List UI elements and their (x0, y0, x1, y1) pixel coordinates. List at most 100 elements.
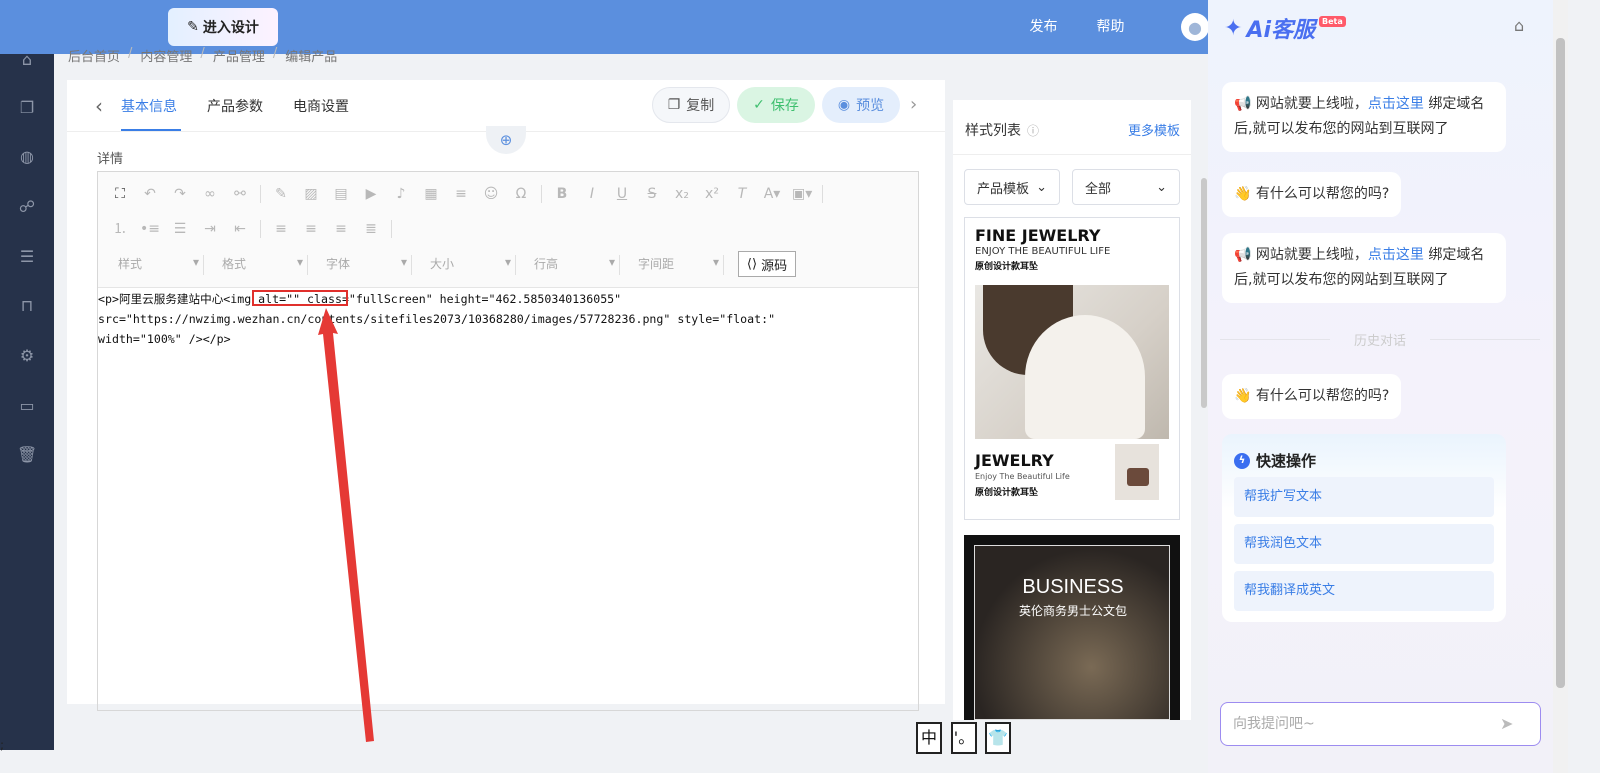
align-center-icon[interactable]: ≡ (301, 219, 321, 239)
quick-action-expand[interactable]: 帮我扩写文本 (1234, 477, 1494, 517)
quick-action-polish[interactable]: 帮我润色文本 (1234, 524, 1494, 564)
toolbar-divider (260, 220, 261, 238)
chat-message: 📢 网站就要上线啦，点击这里 绑定域名后,就可以发布您的网站到互联网了 (1222, 82, 1506, 152)
template-card-business[interactable]: BUSINESS 英伦商务男士公文包 (964, 535, 1180, 720)
undo-icon[interactable]: ↶ (140, 184, 160, 204)
bag-icon[interactable]: ⊓ (17, 296, 37, 316)
breadcrumb-item[interactable]: 后台首页 (68, 46, 120, 65)
content-scrollbar[interactable] (1201, 178, 1207, 408)
strikethrough-icon[interactable]: S (642, 184, 662, 204)
beta-badge: Beta (1319, 15, 1346, 27)
image-icon[interactable]: ▨ (301, 184, 321, 204)
fullscreen-icon[interactable]: ⛶ (110, 184, 130, 204)
size-select[interactable]: 大小 ▾ (422, 255, 516, 275)
avatar[interactable]: ● (1181, 13, 1209, 41)
line-height-select[interactable]: 行高 ▾ (526, 255, 620, 275)
chevron-right-icon[interactable]: › (910, 94, 917, 115)
copy-button[interactable]: ❐ 复制 (652, 87, 730, 123)
home-icon[interactable]: ⌂ (17, 50, 37, 70)
chat-icon[interactable]: ☍ (17, 197, 37, 217)
gear-icon[interactable]: ⚙ (17, 346, 37, 366)
ime-punctuation-toggle[interactable]: '。 (951, 722, 977, 754)
code-line: src="https://nwzimg.wezhan.cn/contents/s… (98, 312, 776, 326)
subscript-icon[interactable]: x₂ (672, 184, 692, 204)
breadcrumb-item[interactable]: 产品管理 (213, 46, 265, 65)
code-line: <p>阿里云服务建站中心<img alt="" class="fullScree… (98, 292, 622, 306)
publish-link[interactable]: 发布 (1010, 0, 1077, 54)
save-button[interactable]: ✓ 保存 (737, 87, 815, 123)
underline-icon[interactable]: U (612, 184, 632, 204)
audio-icon[interactable]: ♪ (391, 184, 411, 204)
toolbar-divider (822, 185, 823, 203)
breadcrumb-item[interactable]: 内容管理 (140, 46, 192, 65)
quick-action-translate[interactable]: 帮我翻译成英文 (1234, 571, 1494, 611)
chevron-down-icon: ⌄ (1036, 179, 1047, 195)
send-icon[interactable]: ➤ (1500, 714, 1513, 733)
font-select[interactable]: 字体 ▾ (318, 255, 412, 275)
info-icon[interactable]: ⓘ (1027, 122, 1039, 139)
link-icon[interactable]: ∞ (200, 184, 220, 204)
ime-skin-icon[interactable]: 👕 (985, 722, 1011, 754)
more-templates-link[interactable]: 更多模板 (1128, 120, 1180, 139)
style-list-panel: 样式列表 ⓘ 更多模板 产品模板 ⌄ 全部 ⌄ FINE JEWELRY ENJOY… (953, 100, 1191, 720)
toolbar-divider (391, 220, 392, 238)
clear-basket-icon[interactable]: ⌂ (1514, 16, 1524, 35)
bind-domain-link[interactable]: 点击这里 (1368, 96, 1424, 112)
source-code-button[interactable]: ⟨⟩ 源码 (738, 251, 796, 277)
template-category-select[interactable]: 产品模板 ⌄ (964, 169, 1060, 205)
ai-chat-input[interactable]: 向我提问吧~ (1220, 702, 1541, 746)
emoji-icon[interactable]: ☺ (481, 184, 501, 204)
tab-product-params[interactable]: 产品参数 (207, 96, 263, 116)
template-filter-select[interactable]: 全部 ⌄ (1072, 169, 1180, 205)
video-icon[interactable]: ▶ (361, 184, 381, 204)
toolbar-row-2: ⒈ •≡ ☰ ⇥ ⇤ ≡ ≡ ≡ ≣ (110, 219, 392, 239)
unlink-icon[interactable]: ⚯ (230, 184, 250, 204)
tab-ecommerce-settings[interactable]: 电商设置 (293, 96, 349, 116)
unordered-list-icon[interactable]: •≡ (140, 219, 160, 239)
style-select[interactable]: 样式 ▾ (110, 255, 204, 275)
table-icon[interactable]: ▦ (421, 184, 441, 204)
align-left-icon[interactable]: ≡ (271, 219, 291, 239)
edit-icon: ✎ (187, 19, 199, 35)
horizontal-rule-icon[interactable]: ≡ (451, 184, 471, 204)
style-list-title: 样式列表 ⓘ (965, 122, 1040, 139)
ime-chinese-toggle[interactable]: 中 (916, 722, 942, 754)
rich-text-editor[interactable]: ⛶ ↶ ↷ ∞ ⚯ ✎ ▨ ▤ ▶ ♪ ▦ ≡ ☺ Ω B I U S x₂ x… (97, 171, 919, 711)
enter-design-button[interactable]: ✎ 进入设计 (168, 8, 278, 46)
list-icon[interactable]: ☰ (17, 247, 37, 267)
bold-icon[interactable]: B (552, 184, 572, 204)
active-tab-indicator (121, 129, 181, 131)
tab-basic-info[interactable]: 基本信息 (121, 96, 177, 116)
annotation-highlight-box (252, 290, 348, 306)
indent-icon[interactable]: ⇥ (200, 219, 220, 239)
background-color-icon[interactable]: ▣▾ (792, 184, 812, 204)
ordered-list-icon[interactable]: ⒈ (110, 219, 130, 239)
template-card-jewelry[interactable]: FINE JEWELRY ENJOY THE BEAUTIFUL LIFE 原创… (964, 217, 1180, 520)
terminal-icon[interactable]: ▭ (17, 396, 37, 416)
align-right-icon[interactable]: ≡ (331, 219, 351, 239)
special-char-icon[interactable]: Ω (511, 184, 531, 204)
bind-domain-link[interactable]: 点击这里 (1368, 247, 1424, 263)
format-painter-icon[interactable]: ✎ (271, 184, 291, 204)
format-select[interactable]: 格式 ▾ (214, 255, 308, 275)
outdent-icon[interactable]: ⇤ (230, 219, 250, 239)
help-link[interactable]: 帮助 (1077, 0, 1144, 54)
preview-button[interactable]: ◉ 预览 (822, 87, 900, 123)
redo-icon[interactable]: ↷ (170, 184, 190, 204)
globe-icon[interactable]: ⊕ (486, 126, 526, 154)
font-color-icon[interactable]: A▾ (762, 184, 782, 204)
page-scrollbar[interactable] (1553, 0, 1568, 773)
clear-format-icon[interactable]: T (732, 184, 752, 204)
back-arrow-icon[interactable]: ‹ (95, 94, 103, 118)
source-code-area[interactable]: <p>阿里云服务建站中心<img alt="" class="fullScree… (98, 289, 918, 349)
italic-icon[interactable]: I (582, 184, 602, 204)
superscript-icon[interactable]: x² (702, 184, 722, 204)
planet-icon[interactable]: ◍ (17, 147, 37, 167)
trash-icon[interactable]: 🗑 (17, 445, 37, 465)
align-justify-icon[interactable]: ≣ (361, 219, 381, 239)
paragraph-indent-icon[interactable]: ☰ (170, 219, 190, 239)
top-nav: 发布 帮助 (1010, 0, 1144, 54)
letter-spacing-select[interactable]: 字间距 ▾ (630, 255, 724, 275)
pages-icon[interactable]: ❐ (17, 98, 37, 118)
multi-image-icon[interactable]: ▤ (331, 184, 351, 204)
